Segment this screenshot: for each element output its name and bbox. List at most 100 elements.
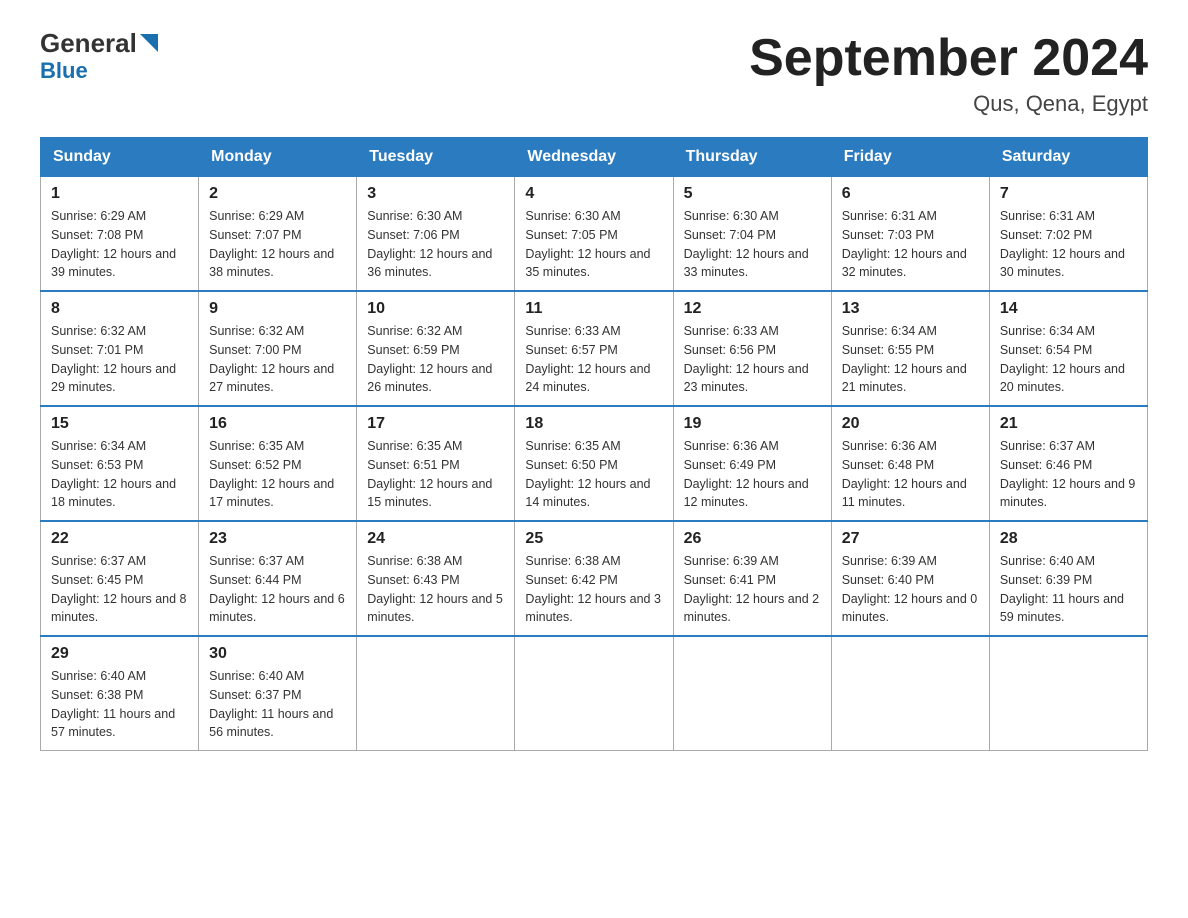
day-number: 2 <box>209 185 346 203</box>
calendar-cell-w1-d5: 6 Sunrise: 6:31 AM Sunset: 7:03 PM Dayli… <box>831 177 989 292</box>
calendar-cell-w2-d1: 9 Sunrise: 6:32 AM Sunset: 7:00 PM Dayli… <box>199 291 357 406</box>
day-number: 25 <box>525 530 662 548</box>
day-info: Sunrise: 6:36 AM Sunset: 6:48 PM Dayligh… <box>842 437 979 512</box>
day-number: 4 <box>525 185 662 203</box>
col-thursday: Thursday <box>673 138 831 177</box>
calendar-cell-w5-d1: 30 Sunrise: 6:40 AM Sunset: 6:37 PM Dayl… <box>199 636 357 751</box>
col-wednesday: Wednesday <box>515 138 673 177</box>
day-info: Sunrise: 6:34 AM Sunset: 6:53 PM Dayligh… <box>51 437 188 512</box>
logo-general-text: General <box>40 30 137 56</box>
day-number: 8 <box>51 300 188 318</box>
calendar-cell-w5-d0: 29 Sunrise: 6:40 AM Sunset: 6:38 PM Dayl… <box>41 636 199 751</box>
calendar-cell-w3-d5: 20 Sunrise: 6:36 AM Sunset: 6:48 PM Dayl… <box>831 406 989 521</box>
calendar-cell-w5-d3 <box>515 636 673 751</box>
day-info: Sunrise: 6:35 AM Sunset: 6:50 PM Dayligh… <box>525 437 662 512</box>
calendar-cell-w4-d0: 22 Sunrise: 6:37 AM Sunset: 6:45 PM Dayl… <box>41 521 199 636</box>
day-info: Sunrise: 6:37 AM Sunset: 6:46 PM Dayligh… <box>1000 437 1137 512</box>
day-info: Sunrise: 6:40 AM Sunset: 6:39 PM Dayligh… <box>1000 552 1137 627</box>
day-number: 28 <box>1000 530 1137 548</box>
day-info: Sunrise: 6:39 AM Sunset: 6:41 PM Dayligh… <box>684 552 821 627</box>
page-title: September 2024 <box>749 30 1148 87</box>
day-number: 16 <box>209 415 346 433</box>
day-number: 21 <box>1000 415 1137 433</box>
day-info: Sunrise: 6:30 AM Sunset: 7:04 PM Dayligh… <box>684 207 821 282</box>
day-info: Sunrise: 6:33 AM Sunset: 6:57 PM Dayligh… <box>525 322 662 397</box>
col-saturday: Saturday <box>989 138 1147 177</box>
day-info: Sunrise: 6:38 AM Sunset: 6:42 PM Dayligh… <box>525 552 662 627</box>
day-number: 22 <box>51 530 188 548</box>
calendar-cell-w5-d6 <box>989 636 1147 751</box>
calendar-week-3: 15 Sunrise: 6:34 AM Sunset: 6:53 PM Dayl… <box>41 406 1148 521</box>
day-info: Sunrise: 6:31 AM Sunset: 7:03 PM Dayligh… <box>842 207 979 282</box>
day-number: 18 <box>525 415 662 433</box>
calendar-cell-w3-d6: 21 Sunrise: 6:37 AM Sunset: 6:46 PM Dayl… <box>989 406 1147 521</box>
day-number: 20 <box>842 415 979 433</box>
calendar-cell-w4-d4: 26 Sunrise: 6:39 AM Sunset: 6:41 PM Dayl… <box>673 521 831 636</box>
logo-blue-text: Blue <box>40 58 88 84</box>
day-number: 9 <box>209 300 346 318</box>
day-info: Sunrise: 6:30 AM Sunset: 7:06 PM Dayligh… <box>367 207 504 282</box>
page-header: General Blue September 2024 Qus, Qena, E… <box>40 30 1148 117</box>
day-info: Sunrise: 6:35 AM Sunset: 6:51 PM Dayligh… <box>367 437 504 512</box>
day-number: 6 <box>842 185 979 203</box>
calendar-header-row: Sunday Monday Tuesday Wednesday Thursday… <box>41 138 1148 177</box>
day-info: Sunrise: 6:32 AM Sunset: 7:01 PM Dayligh… <box>51 322 188 397</box>
day-info: Sunrise: 6:32 AM Sunset: 6:59 PM Dayligh… <box>367 322 504 397</box>
calendar-cell-w3-d4: 19 Sunrise: 6:36 AM Sunset: 6:49 PM Dayl… <box>673 406 831 521</box>
day-number: 12 <box>684 300 821 318</box>
day-info: Sunrise: 6:40 AM Sunset: 6:38 PM Dayligh… <box>51 667 188 742</box>
col-sunday: Sunday <box>41 138 199 177</box>
day-info: Sunrise: 6:34 AM Sunset: 6:55 PM Dayligh… <box>842 322 979 397</box>
calendar-cell-w4-d3: 25 Sunrise: 6:38 AM Sunset: 6:42 PM Dayl… <box>515 521 673 636</box>
calendar-cell-w1-d1: 2 Sunrise: 6:29 AM Sunset: 7:07 PM Dayli… <box>199 177 357 292</box>
calendar-cell-w2-d6: 14 Sunrise: 6:34 AM Sunset: 6:54 PM Dayl… <box>989 291 1147 406</box>
day-info: Sunrise: 6:33 AM Sunset: 6:56 PM Dayligh… <box>684 322 821 397</box>
calendar-cell-w5-d2 <box>357 636 515 751</box>
day-number: 3 <box>367 185 504 203</box>
day-info: Sunrise: 6:36 AM Sunset: 6:49 PM Dayligh… <box>684 437 821 512</box>
calendar-cell-w1-d6: 7 Sunrise: 6:31 AM Sunset: 7:02 PM Dayli… <box>989 177 1147 292</box>
title-section: September 2024 Qus, Qena, Egypt <box>749 30 1148 117</box>
day-info: Sunrise: 6:39 AM Sunset: 6:40 PM Dayligh… <box>842 552 979 627</box>
day-number: 5 <box>684 185 821 203</box>
calendar-cell-w3-d3: 18 Sunrise: 6:35 AM Sunset: 6:50 PM Dayl… <box>515 406 673 521</box>
calendar-cell-w5-d5 <box>831 636 989 751</box>
calendar-week-5: 29 Sunrise: 6:40 AM Sunset: 6:38 PM Dayl… <box>41 636 1148 751</box>
day-number: 14 <box>1000 300 1137 318</box>
calendar-cell-w1-d0: 1 Sunrise: 6:29 AM Sunset: 7:08 PM Dayli… <box>41 177 199 292</box>
day-number: 11 <box>525 300 662 318</box>
day-info: Sunrise: 6:37 AM Sunset: 6:44 PM Dayligh… <box>209 552 346 627</box>
day-info: Sunrise: 6:29 AM Sunset: 7:07 PM Dayligh… <box>209 207 346 282</box>
calendar-cell-w4-d6: 28 Sunrise: 6:40 AM Sunset: 6:39 PM Dayl… <box>989 521 1147 636</box>
calendar-cell-w1-d3: 4 Sunrise: 6:30 AM Sunset: 7:05 PM Dayli… <box>515 177 673 292</box>
page-subtitle: Qus, Qena, Egypt <box>749 91 1148 117</box>
day-info: Sunrise: 6:29 AM Sunset: 7:08 PM Dayligh… <box>51 207 188 282</box>
day-info: Sunrise: 6:31 AM Sunset: 7:02 PM Dayligh… <box>1000 207 1137 282</box>
day-number: 13 <box>842 300 979 318</box>
day-info: Sunrise: 6:34 AM Sunset: 6:54 PM Dayligh… <box>1000 322 1137 397</box>
day-number: 23 <box>209 530 346 548</box>
day-number: 24 <box>367 530 504 548</box>
day-info: Sunrise: 6:37 AM Sunset: 6:45 PM Dayligh… <box>51 552 188 627</box>
day-info: Sunrise: 6:30 AM Sunset: 7:05 PM Dayligh… <box>525 207 662 282</box>
day-number: 30 <box>209 645 346 663</box>
logo-triangle-icon <box>138 32 160 54</box>
col-monday: Monday <box>199 138 357 177</box>
day-number: 29 <box>51 645 188 663</box>
calendar-cell-w3-d0: 15 Sunrise: 6:34 AM Sunset: 6:53 PM Dayl… <box>41 406 199 521</box>
calendar-table: Sunday Monday Tuesday Wednesday Thursday… <box>40 137 1148 751</box>
calendar-cell-w1-d2: 3 Sunrise: 6:30 AM Sunset: 7:06 PM Dayli… <box>357 177 515 292</box>
calendar-week-2: 8 Sunrise: 6:32 AM Sunset: 7:01 PM Dayli… <box>41 291 1148 406</box>
calendar-week-1: 1 Sunrise: 6:29 AM Sunset: 7:08 PM Dayli… <box>41 177 1148 292</box>
day-info: Sunrise: 6:38 AM Sunset: 6:43 PM Dayligh… <box>367 552 504 627</box>
col-friday: Friday <box>831 138 989 177</box>
day-number: 26 <box>684 530 821 548</box>
day-number: 15 <box>51 415 188 433</box>
calendar-cell-w1-d4: 5 Sunrise: 6:30 AM Sunset: 7:04 PM Dayli… <box>673 177 831 292</box>
calendar-cell-w5-d4 <box>673 636 831 751</box>
calendar-cell-w4-d5: 27 Sunrise: 6:39 AM Sunset: 6:40 PM Dayl… <box>831 521 989 636</box>
day-number: 19 <box>684 415 821 433</box>
calendar-week-4: 22 Sunrise: 6:37 AM Sunset: 6:45 PM Dayl… <box>41 521 1148 636</box>
day-info: Sunrise: 6:40 AM Sunset: 6:37 PM Dayligh… <box>209 667 346 742</box>
calendar-cell-w3-d1: 16 Sunrise: 6:35 AM Sunset: 6:52 PM Dayl… <box>199 406 357 521</box>
